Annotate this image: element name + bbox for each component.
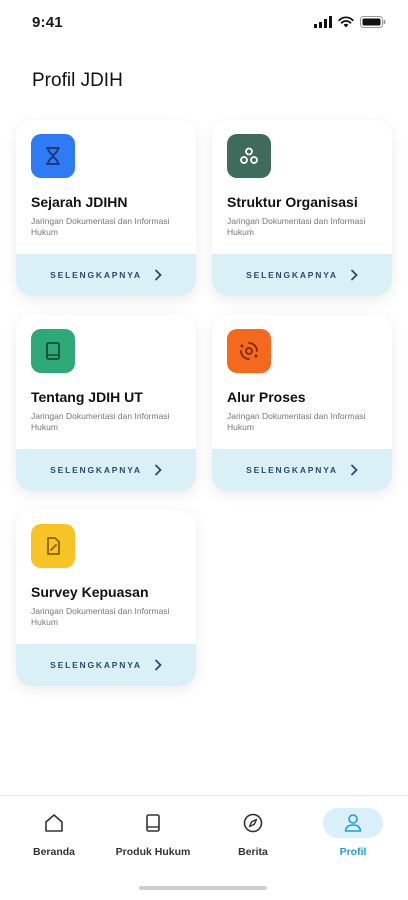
status-bar: 9:41 (0, 0, 408, 44)
hourglass-icon (31, 134, 75, 178)
card-title: Alur Proses (227, 389, 306, 405)
card-title: Sejarah JDIHN (31, 194, 128, 210)
card-survey-kepuasan[interactable]: Survey Kepuasan Jaringan Dokumentasi dan… (16, 510, 196, 686)
card-more-label: SELENGKAPNYA (246, 270, 338, 280)
nav-label: Berita (238, 846, 268, 858)
page-title: Profil JDIH (32, 70, 123, 91)
nav-label: Produk Hukum (115, 846, 191, 858)
card-more-label: SELENGKAPNYA (246, 465, 338, 475)
nav-item-profil[interactable]: Profil (308, 808, 398, 868)
home-icon (24, 808, 84, 838)
nav-item-beranda[interactable]: Beranda (9, 808, 99, 868)
nav-label: Beranda (32, 846, 75, 858)
card-description: Jaringan Dokumentasi dan Informasi Hukum (227, 216, 366, 237)
card-sejarah-jdihn[interactable]: Sejarah JDIHN Jaringan Dokumentasi dan I… (16, 120, 196, 296)
card-tentang-jdih-ut[interactable]: Tentang JDIH UT Jaringan Dokumentasi dan… (16, 315, 196, 491)
chevron-right-icon (350, 464, 358, 476)
nav-item-berita[interactable]: Berita (208, 808, 298, 868)
card-more-button[interactable]: SELENGKAPNYA (16, 254, 196, 296)
chevron-right-icon (350, 269, 358, 281)
book-icon (123, 808, 183, 838)
card-title: Survey Kepuasan (31, 584, 149, 600)
cellular-signal-icon (314, 16, 332, 28)
card-more-button[interactable]: SELENGKAPNYA (212, 449, 392, 491)
wifi-icon (338, 16, 354, 28)
home-indicator[interactable] (139, 886, 267, 890)
user-icon (323, 808, 383, 838)
note-pencil-icon (31, 524, 75, 568)
card-more-label: SELENGKAPNYA (50, 465, 142, 475)
chevron-right-icon (154, 464, 162, 476)
card-title: Struktur Organisasi (227, 194, 358, 210)
nav-label: Profil (339, 846, 367, 858)
card-struktur-organisasi[interactable]: Struktur Organisasi Jaringan Dokumentasi… (212, 120, 392, 296)
status-time: 9:41 (32, 13, 63, 31)
card-description: Jaringan Dokumentasi dan Informasi Hukum (31, 606, 170, 627)
card-description: Jaringan Dokumentasi dan Informasi Hukum (31, 411, 170, 432)
hierarchy-icon (227, 134, 271, 178)
card-more-label: SELENGKAPNYA (50, 660, 142, 670)
card-description: Jaringan Dokumentasi dan Informasi Hukum (227, 411, 366, 432)
book-icon (31, 329, 75, 373)
bottom-navigation: Beranda Produk Hukum Berita Profil (0, 795, 408, 900)
status-icons (314, 16, 386, 28)
card-more-button[interactable]: SELENGKAPNYA (16, 449, 196, 491)
card-more-button[interactable]: SELENGKAPNYA (16, 644, 196, 686)
card-more-label: SELENGKAPNYA (50, 270, 142, 280)
process-cycle-icon (227, 329, 271, 373)
card-description: Jaringan Dokumentasi dan Informasi Hukum (31, 216, 170, 237)
chevron-right-icon (154, 269, 162, 281)
card-alur-proses[interactable]: Alur Proses Jaringan Dokumentasi dan Inf… (212, 315, 392, 491)
chevron-right-icon (154, 659, 162, 671)
compass-icon (223, 808, 283, 838)
card-title: Tentang JDIH UT (31, 389, 143, 405)
card-more-button[interactable]: SELENGKAPNYA (212, 254, 392, 296)
battery-icon (360, 16, 386, 28)
nav-item-produk-hukum[interactable]: Produk Hukum (108, 808, 198, 868)
